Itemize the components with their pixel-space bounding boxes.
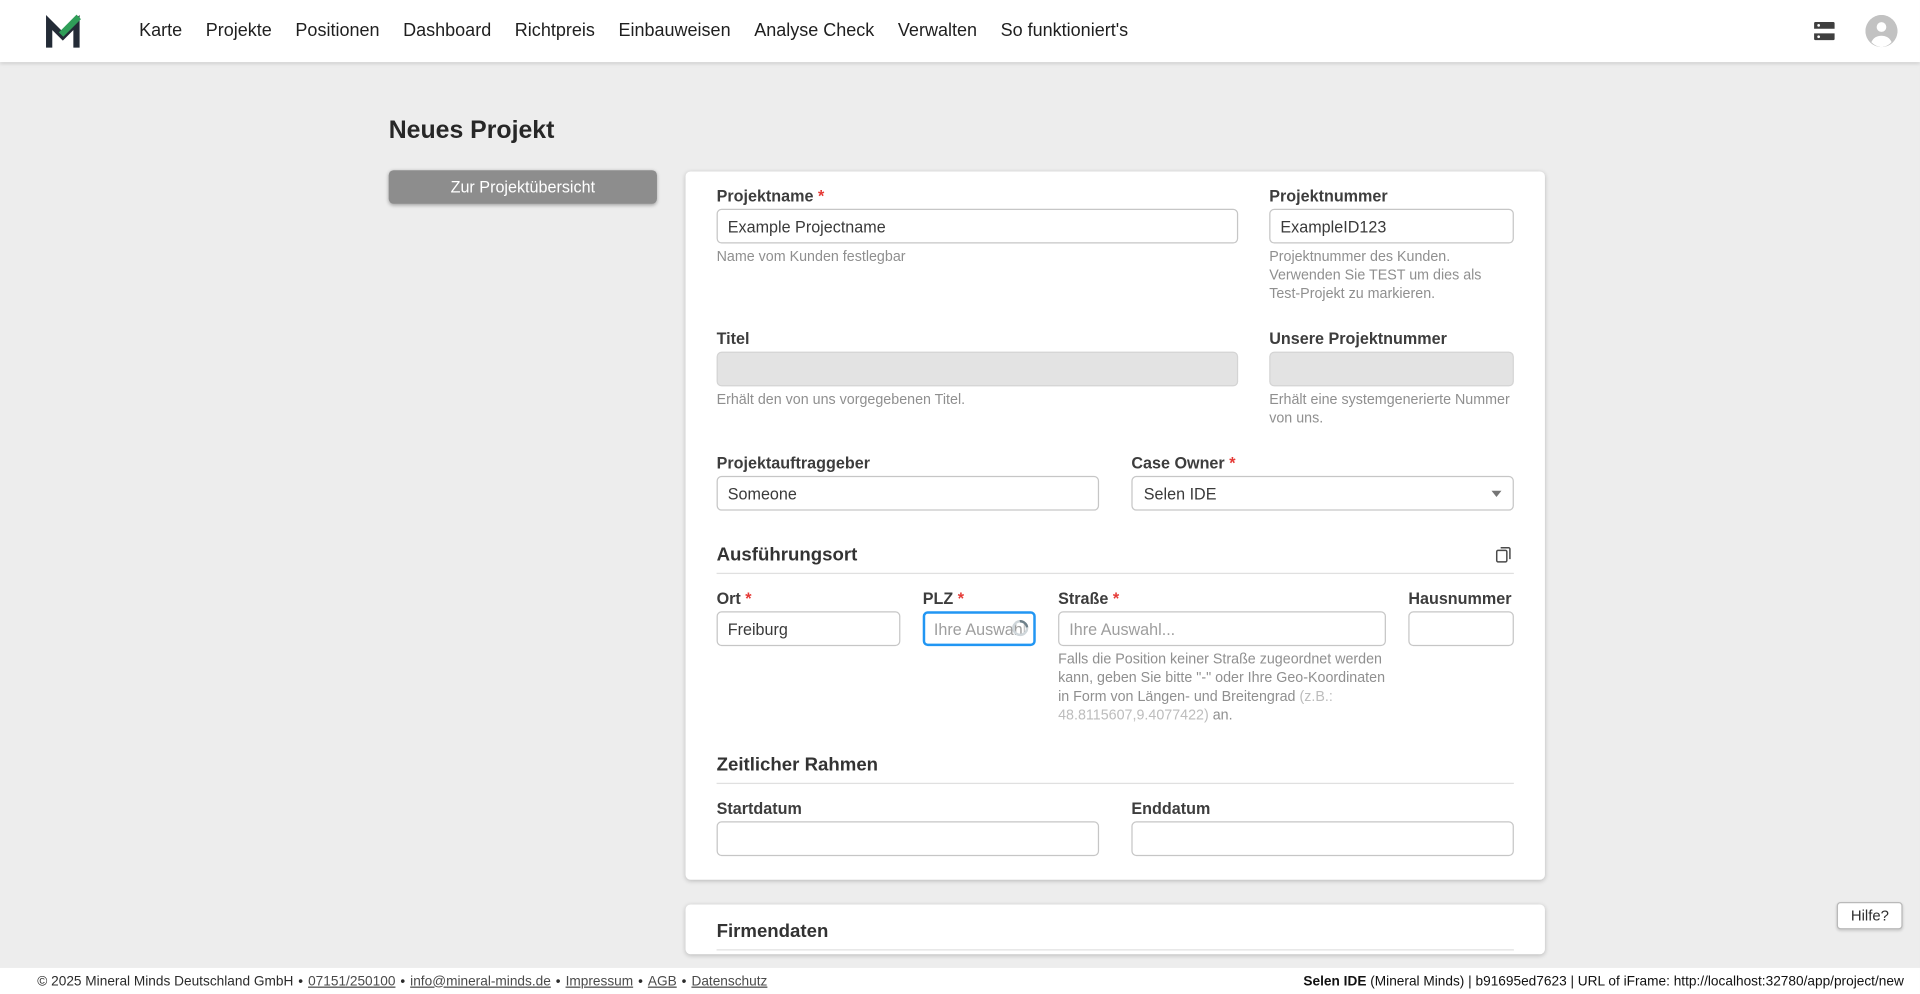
unsere-projektnummer-input [1269, 351, 1514, 387]
field-strasse: Straße * Falls die Position keiner Straß… [1058, 589, 1386, 726]
projektname-label: Projektname * [716, 186, 825, 206]
projektauftraggeber-input[interactable] [716, 475, 1100, 511]
viewport-scaler: Karte Projekte Positionen Dashboard Rich… [0, 0, 1920, 994]
field-projektauftraggeber: Projektauftraggeber [716, 453, 1100, 511]
required-asterisk: * [1108, 588, 1120, 608]
startdatum-label: Startdatum [716, 798, 802, 818]
footer-left: © 2025 Mineral Minds Deutschland GmbH • … [37, 973, 767, 988]
nav-item-analyse-check[interactable]: Analyse Check [754, 21, 874, 41]
footer-separator: • [298, 973, 304, 989]
footer-link-datenschutz[interactable]: Datenschutz [691, 973, 767, 988]
nav-item-projekte[interactable]: Projekte [206, 21, 272, 41]
chevron-down-icon [1491, 490, 1502, 497]
help-button[interactable]: Hilfe? [1837, 902, 1903, 930]
back-to-projects-button[interactable]: Zur Projektübersicht [388, 170, 657, 204]
ort-input[interactable] [716, 611, 901, 647]
hausnummer-label: Hausnummer [1408, 588, 1512, 608]
footer-session-info: Selen IDE (Mineral Minds) | b91695ed7623… [1303, 973, 1903, 988]
field-plz: PLZ * [922, 588, 1036, 726]
unsere-projektnummer-label: Unsere Projektnummer [1269, 329, 1447, 348]
app-root: Karte Projekte Positionen Dashboard Rich… [0, 0, 1920, 994]
enddatum-label: Enddatum [1131, 798, 1211, 818]
field-startdatum: Startdatum [716, 798, 1100, 857]
field-enddatum: Enddatum [1131, 798, 1514, 857]
footer-link-phone[interactable]: 07151/250100 [308, 973, 395, 988]
nav-item-einbauweisen[interactable]: Einbauweisen [618, 21, 730, 41]
field-projektnummer: Projektnummer Projektnummer des Kunden. … [1269, 186, 1514, 304]
case-owner-select[interactable]: Selen IDE [1131, 475, 1514, 511]
plz-label: PLZ * [922, 588, 965, 608]
section-firmendaten: Firmendaten [716, 920, 829, 942]
strasse-helper: Falls die Position keiner Straße zugeord… [1058, 652, 1386, 724]
nav-item-so-funktionierts[interactable]: So funktioniert's [1001, 21, 1129, 41]
account-avatar[interactable] [1865, 14, 1898, 48]
startdatum-input[interactable] [716, 821, 1100, 857]
footer: © 2025 Mineral Minds Deutschland GmbH • … [0, 967, 1920, 994]
strasse-label: Straße * [1058, 588, 1120, 608]
server-icon[interactable] [1811, 17, 1838, 44]
field-unsere-projektnummer: Unsere Projektnummer Erhält eine systemg… [1269, 329, 1514, 428]
logo-icon [46, 14, 81, 48]
ort-label: Ort * [716, 588, 752, 608]
nav-item-positionen[interactable]: Positionen [295, 21, 379, 41]
case-owner-value: Selen IDE [1143, 483, 1217, 503]
projektnummer-helper: Projektnummer des Kunden. Verwenden Sie … [1269, 249, 1482, 302]
footer-separator: • [400, 973, 406, 989]
project-form-card: Projektname * Name vom Kunden festlegbar… [685, 171, 1545, 880]
required-asterisk: * [740, 588, 752, 608]
titel-label: Titel [716, 329, 750, 348]
projektauftraggeber-label: Projektauftraggeber [716, 453, 871, 473]
field-projektname: Projektname * Name vom Kunden festlegbar [716, 186, 1239, 304]
nav-item-richtpreis[interactable]: Richtpreis [515, 21, 595, 41]
footer-separator: • [638, 973, 643, 989]
footer-separator: • [555, 973, 561, 989]
case-owner-label: Case Owner * [1131, 453, 1236, 473]
main-nav: Karte Projekte Positionen Dashboard Rich… [139, 21, 1128, 41]
required-asterisk: * [1224, 453, 1236, 473]
field-case-owner: Case Owner * Selen IDE [1131, 454, 1514, 511]
field-hausnummer: Hausnummer [1408, 589, 1514, 726]
footer-session-details: (Mineral Minds) | b91695ed7623 | URL of … [1366, 973, 1904, 989]
nav-item-karte[interactable]: Karte [139, 21, 182, 41]
nav-right [1811, 14, 1898, 48]
nav-item-dashboard[interactable]: Dashboard [403, 21, 491, 41]
copy-icon[interactable] [1493, 544, 1514, 565]
projektname-helper: Name vom Kunden festlegbar [716, 249, 906, 265]
required-asterisk: * [813, 186, 825, 206]
footer-link-agb[interactable]: AGB [648, 973, 677, 988]
section-divider [716, 572, 1514, 575]
footer-copyright: © 2025 Mineral Minds Deutschland GmbH [37, 973, 294, 989]
footer-separator: • [681, 973, 687, 989]
footer-link-email[interactable]: info@mineral-minds.de [410, 973, 551, 988]
titel-helper: Erhält den von uns vorgegebenen Titel. [716, 392, 966, 408]
enddatum-input[interactable] [1131, 821, 1514, 857]
projektname-input[interactable] [716, 208, 1239, 244]
person-icon [1865, 14, 1898, 48]
footer-link-impressum[interactable]: Impressum [566, 973, 634, 988]
projektnummer-label: Projektnummer [1269, 186, 1388, 206]
mineral-minds-logo[interactable] [43, 11, 84, 52]
field-ort: Ort * [716, 588, 901, 726]
required-asterisk: * [953, 588, 965, 608]
section-divider [716, 782, 1514, 785]
firmendaten-card: Firmendaten [685, 904, 1545, 955]
field-titel: Titel Erhält den von uns vorgegebenen Ti… [716, 329, 1239, 428]
section-zeitlicher-rahmen: Zeitlicher Rahmen [716, 753, 879, 775]
hausnummer-input[interactable] [1408, 611, 1514, 647]
section-ausfuehrungsort: Ausführungsort [716, 543, 858, 565]
nav-item-verwalten[interactable]: Verwalten [898, 21, 977, 41]
titel-input [716, 351, 1239, 387]
strasse-input[interactable] [1058, 611, 1386, 647]
projektnummer-input[interactable] [1269, 208, 1514, 244]
top-nav: Karte Projekte Positionen Dashboard Rich… [0, 0, 1920, 63]
main-content: Neues Projekt Zur Projektübersicht Proje… [0, 62, 1920, 968]
section-divider [716, 949, 1514, 951]
unsere-projektnummer-helper: Erhält eine systemgenerierte Nummer von … [1269, 392, 1510, 427]
page-title: Neues Projekt [388, 116, 555, 145]
footer-session-user: Selen IDE [1303, 973, 1367, 989]
